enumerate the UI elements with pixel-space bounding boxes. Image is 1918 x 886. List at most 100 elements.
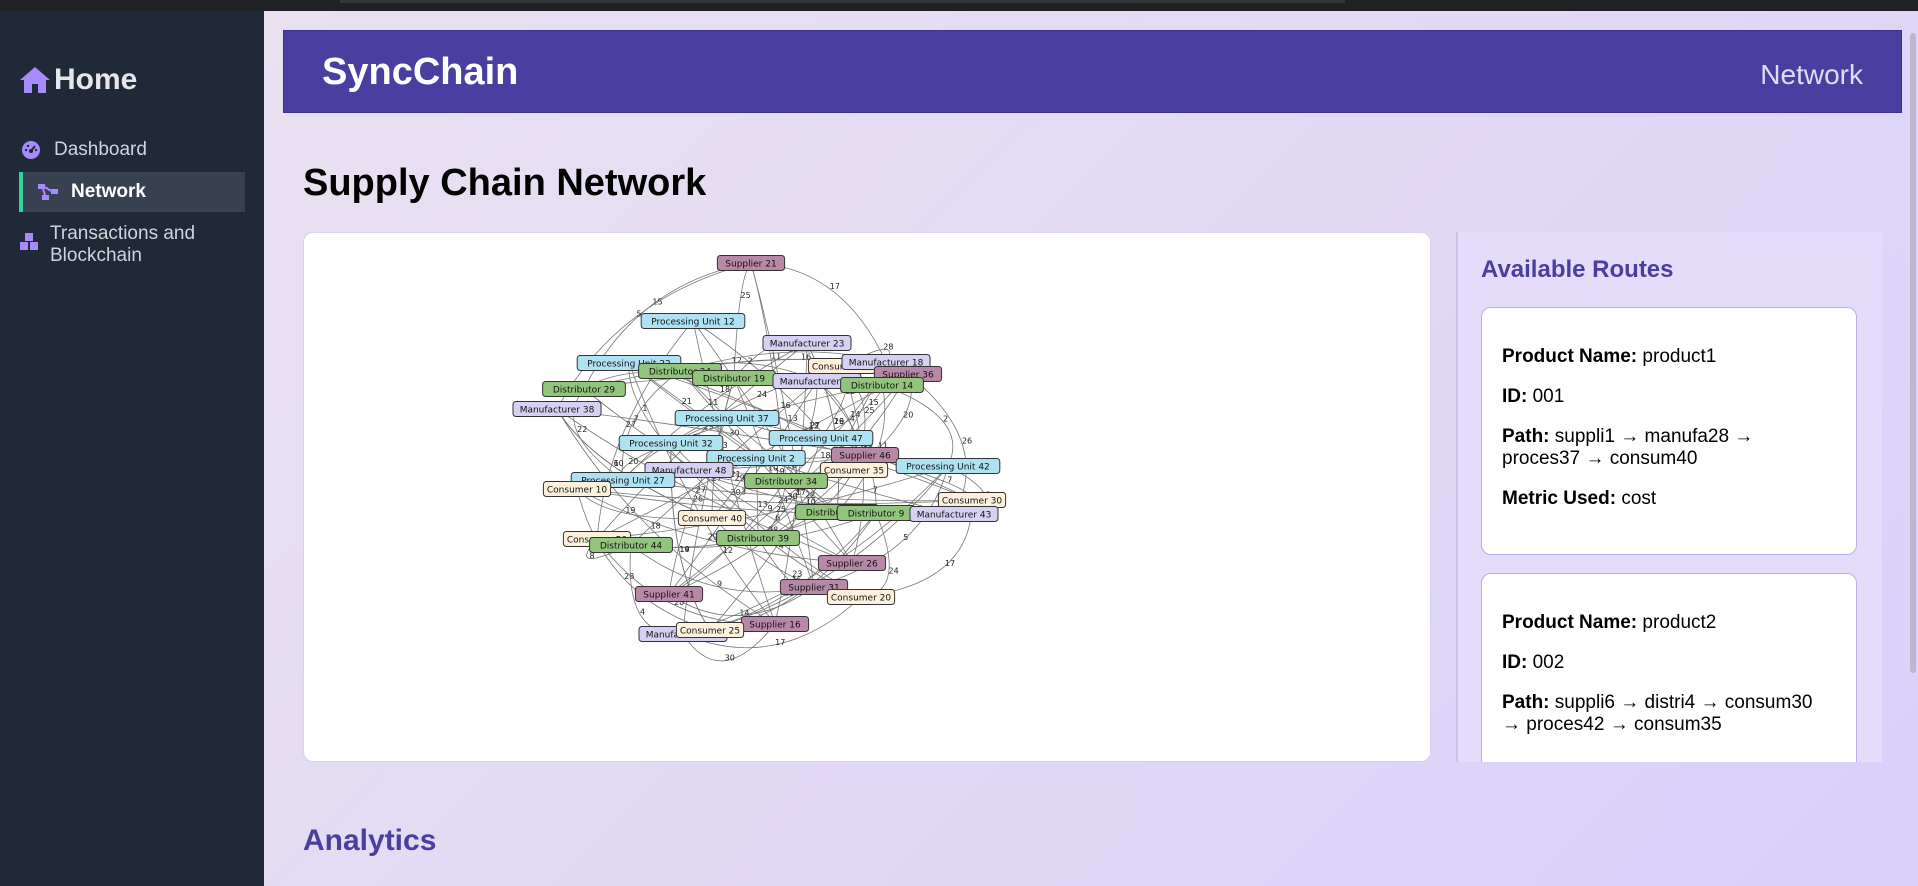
graph-node-label: Supplier 46 <box>839 452 891 462</box>
graph-node[interactable]: Supplier 41 <box>634 586 704 602</box>
edge-weight-label: 24 <box>889 567 899 576</box>
sidebar-item-transactions[interactable]: Transactions and Blockchain <box>18 223 238 267</box>
browser-top-strip <box>0 0 1918 11</box>
edge-weight-label: 21 <box>682 397 692 406</box>
graph-node-label: Processing Unit 47 <box>779 435 863 445</box>
sidebar-item-network[interactable]: Network <box>19 172 245 212</box>
graph-node[interactable]: Supplier 46 <box>830 447 900 463</box>
sidebar: Home Dashboard Network Transactions and … <box>0 11 264 886</box>
graph-node-label: Distributor 29 <box>553 386 616 396</box>
sidebar-item-label: Transactions and Blockchain <box>50 223 196 266</box>
page-title: Supply Chain Network <box>303 162 707 204</box>
edge-weight-label: 27 <box>696 486 706 495</box>
edge-weight-label: 1 <box>642 404 647 413</box>
edge-weight-label: 4 <box>640 607 645 616</box>
page-scrollbar[interactable] <box>1910 33 1916 673</box>
route-path: Path: suppli6 → distri4 → consum30 → pro… <box>1502 692 1813 735</box>
route-product-name: Product Name: product2 <box>1502 612 1717 633</box>
graph-node[interactable]: Supplier 21 <box>716 255 786 271</box>
graph-node[interactable]: Supplier 26 <box>817 555 887 571</box>
network-graph[interactable]: 1511132227296592824171214162021183026710… <box>304 233 1431 762</box>
brand-title[interactable]: SyncChain <box>322 51 518 94</box>
graph-node[interactable]: Distributor 19 <box>692 370 776 386</box>
graph-node[interactable]: Distributor 39 <box>716 530 800 546</box>
edge-weight-label: 25 <box>864 406 874 415</box>
graph-node[interactable]: Distributor 29 <box>542 381 626 397</box>
graph-node-label: Processing Unit 32 <box>629 440 713 450</box>
graph-node[interactable]: Distributor 14 <box>840 377 924 393</box>
header-nav-network[interactable]: Network <box>1760 59 1863 91</box>
top-header: SyncChain Network <box>283 30 1902 113</box>
graph-node-label: Distributor 14 <box>851 382 914 392</box>
graph-node-label: Processing Unit 12 <box>651 318 735 328</box>
graph-node-label: Manufacturer 23 <box>770 340 845 350</box>
graph-node[interactable]: Distributor 44 <box>589 537 673 553</box>
edge-weight-label: 17 <box>945 559 955 568</box>
graph-node[interactable]: Processing Unit 42 <box>895 458 1001 474</box>
graph-node[interactable]: Manufacturer 23 <box>762 335 852 351</box>
cubes-icon <box>18 231 40 253</box>
graph-node[interactable]: Consumer 40 <box>677 510 747 526</box>
edge-weight-label: 28 <box>883 342 893 351</box>
edge-weight-label: 7 <box>947 476 952 485</box>
graph-node[interactable]: Manufacturer 38 <box>512 401 602 417</box>
graph-node-label: Supplier 16 <box>749 621 801 631</box>
edge-weight-label: 28 <box>624 572 634 581</box>
graph-node[interactable]: Distributor 9 <box>836 505 916 521</box>
sidebar-item-label: Network <box>71 181 146 202</box>
graph-node[interactable]: Processing Unit 32 <box>618 435 724 451</box>
graph-node[interactable]: Supplier 16 <box>740 616 810 632</box>
graph-node[interactable]: Consumer 30 <box>937 492 1007 508</box>
home-link[interactable]: Home <box>18 63 137 97</box>
route-path: Path: suppli1 → manufa28 → proces37 → co… <box>1502 426 1754 469</box>
graph-node[interactable]: Processing Unit 12 <box>640 313 746 329</box>
graph-node[interactable]: Consumer 25 <box>675 622 745 638</box>
network-graph-panel[interactable]: 1511132227296592824171214162021183026710… <box>303 232 1431 762</box>
graph-node-label: Distributor 19 <box>703 375 766 385</box>
graph-node-label: Consumer 30 <box>942 497 1002 507</box>
graph-edge <box>596 320 694 540</box>
main-content: SyncChain Network Supply Chain Network 1… <box>264 11 1918 886</box>
routes-panel[interactable]: Available Routes Product Name: product1 … <box>1456 232 1882 762</box>
route-card: Product Name: product2 ID: 002 Path: sup… <box>1481 573 1857 762</box>
edge-weight-label: 17 <box>830 282 840 291</box>
edge-weight-label: 11 <box>708 398 718 407</box>
graph-node[interactable]: Consumer 10 <box>542 481 612 497</box>
edge-weight-label: 3 <box>741 487 746 496</box>
graph-node-label: Consumer 10 <box>547 486 607 496</box>
edge-weight-label: 25 <box>740 291 750 300</box>
home-icon <box>20 67 50 93</box>
edge-weight-label: 30 <box>787 492 797 501</box>
edge-weight-label: 16 <box>834 417 844 426</box>
route-id: ID: 001 <box>1502 386 1565 407</box>
edge-weight-label: 13 <box>758 500 768 509</box>
route-metric: Metric Used: cost <box>1502 488 1657 509</box>
edge-weight-label: 10 <box>614 459 624 468</box>
graph-node-label: Consumer 40 <box>682 515 742 525</box>
edge-weight-label: 2 <box>748 356 753 365</box>
graph-node[interactable]: Processing Unit 37 <box>674 410 780 426</box>
edge-weight-label: 2 <box>943 415 948 424</box>
edge-weight-label: 16 <box>780 401 790 410</box>
graph-node-label: Distributor 9 <box>848 510 905 520</box>
edge-weight-label: 7 <box>873 486 878 495</box>
route-product-name: Product Name: product1 <box>1502 346 1717 367</box>
graph-node[interactable]: Manufacturer 43 <box>909 506 999 522</box>
sidebar-item-dashboard[interactable]: Dashboard <box>18 139 246 161</box>
analytics-title: Analytics <box>303 824 437 857</box>
edge-weight-label: 5 <box>903 533 908 542</box>
graph-node[interactable]: Consumer 35 <box>819 462 889 478</box>
graph-node[interactable]: Consumer 20 <box>826 589 896 605</box>
edge-weight-label: 9 <box>768 504 773 513</box>
graph-node[interactable]: Processing Unit 47 <box>768 430 874 446</box>
routes-title: Available Routes <box>1481 256 1674 283</box>
graph-node-label: Consumer 35 <box>824 467 884 477</box>
edge-weight-label: 30 <box>725 654 735 663</box>
edge-weight-label: 24 <box>757 390 767 399</box>
edge-weight-label: 18 <box>651 521 661 530</box>
graph-node-label: Processing Unit 37 <box>685 415 769 425</box>
graph-node[interactable]: Distributor 34 <box>744 473 828 489</box>
graph-node-label: Distributor 44 <box>600 542 663 552</box>
graph-node-label: Supplier 21 <box>725 260 776 270</box>
graph-node-label: Consumer 25 <box>680 627 740 637</box>
